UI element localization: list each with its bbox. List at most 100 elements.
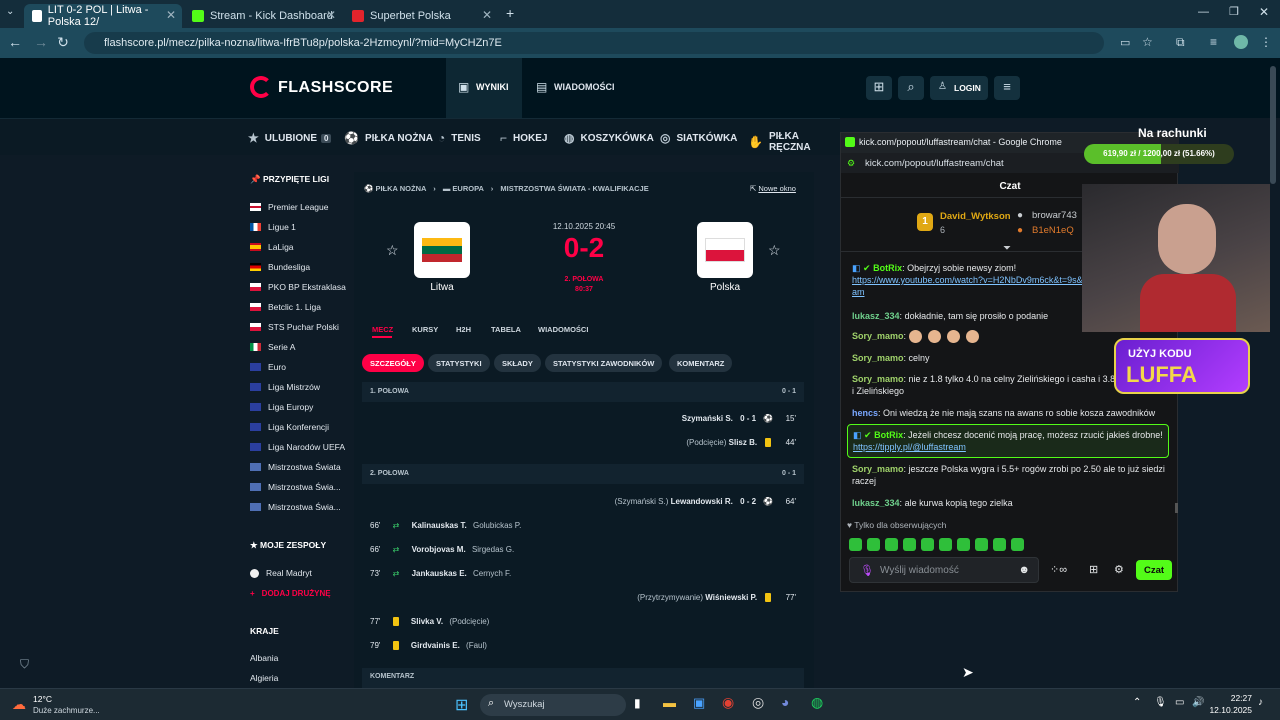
tab-list-icon[interactable]: ⌄ — [6, 6, 14, 17]
chat-username[interactable]: hencs — [852, 408, 878, 418]
minimize-icon[interactable]: — — [1198, 6, 1209, 18]
extensions-icon[interactable]: ⧉ — [1176, 35, 1185, 50]
event-row[interactable]: 79' Girdvainis E. (Faul) — [370, 641, 487, 651]
menu-kebab-icon[interactable]: ⋮ — [1260, 35, 1272, 49]
emote-icon[interactable] — [867, 538, 880, 552]
emote-icon[interactable] — [1011, 538, 1024, 552]
discord-icon[interactable]: ◕ — [781, 694, 789, 710]
chat-username[interactable]: BotRix — [873, 263, 902, 273]
url-field[interactable]: flashscore.pl/mecz/pilka-nozna/litwa-Ifr… — [84, 32, 1104, 54]
gifter-name[interactable]: B1eN1eQ — [1032, 225, 1074, 236]
close-icon[interactable]: ✕ — [482, 8, 492, 22]
tab-table[interactable]: TABELA — [491, 325, 521, 334]
home-team-logo[interactable] — [414, 222, 470, 278]
shield-icon[interactable]: ⛉ — [20, 657, 29, 672]
favorite-star-icon[interactable]: ☆ — [768, 242, 781, 259]
country-item[interactable]: Algieria — [250, 673, 278, 683]
nav-volleyball[interactable]: ◎ SIATKÓWKA — [660, 131, 737, 145]
league-item[interactable]: STS Puchar Polski — [250, 322, 339, 332]
chat-input[interactable]: 🎙 Wyślij wiadomość ☻ — [849, 557, 1039, 583]
emote-icon[interactable] — [903, 538, 916, 552]
event-row[interactable]: 66' ⇄ Kalinauskas T. Golubickas P. — [370, 521, 521, 530]
subtab-stats[interactable]: STATYSTYKI — [428, 354, 490, 372]
league-item[interactable]: Liga Europy — [250, 402, 313, 412]
team-item[interactable]: Real Madryt — [250, 568, 312, 578]
notification-bell-icon[interactable]: ♪ — [1258, 697, 1263, 708]
emote-icon[interactable] — [993, 538, 1006, 552]
new-window-link[interactable]: ⇱ Nowe okno — [750, 184, 796, 193]
media-icon[interactable]: ≡ — [1210, 35, 1217, 49]
tab-match[interactable]: MECZ — [372, 325, 393, 334]
windows-start-icon[interactable]: ⊞ — [455, 695, 468, 715]
reload-icon[interactable]: ↻ — [54, 34, 72, 51]
league-item[interactable]: Mistrzostwa Świa... — [250, 482, 341, 492]
event-row[interactable]: 77' Slivka V. (Podcięcie) — [370, 617, 489, 627]
event-row[interactable]: (Przytrzymywanie) Wiśniewski P. 77' — [637, 593, 796, 603]
event-row[interactable]: (Szymański S.) Lewandowski R. 0 - 2 ⚽ 64… — [615, 497, 796, 506]
subtab-commentary[interactable]: KOMENTARZ — [669, 354, 733, 372]
away-team-name[interactable]: Polska — [697, 282, 753, 293]
country-item[interactable]: Albania — [250, 653, 278, 663]
emote-icon[interactable] — [921, 538, 934, 552]
bookmark-star-icon[interactable]: ☆ — [1142, 35, 1153, 49]
nav-tennis[interactable]: ◔ TENIS — [438, 131, 481, 145]
nav-results[interactable]: ▣ WYNIKI — [446, 58, 522, 118]
points-icon[interactable]: ⁘∞ — [1050, 563, 1067, 576]
nav-hockey[interactable]: ⌐ HOKEJ — [500, 131, 547, 145]
league-item[interactable]: PKO BP Ekstraklasa — [250, 282, 346, 292]
gift-icon[interactable]: ⊞ — [1089, 563, 1098, 576]
tab-flashscore[interactable]: LIT 0-2 POL | Litwa - Polska 12/ ✕ — [24, 4, 182, 28]
subtab-details[interactable]: SZCZEGÓŁY — [362, 354, 424, 372]
nav-news[interactable]: ▤ WIADOMOŚCI — [534, 58, 624, 118]
forward-icon[interactable]: → — [32, 34, 50, 50]
taskbar-search[interactable]: ⌕ Wyszukaj — [480, 694, 626, 716]
emote-icon[interactable] — [975, 538, 988, 552]
league-item[interactable]: Premier League — [250, 202, 328, 212]
new-tab-icon[interactable]: + — [506, 5, 514, 21]
away-team-logo[interactable] — [697, 222, 753, 278]
nav-handball[interactable]: ✋ PIŁKA RĘCZNA — [748, 131, 840, 153]
nav-favorites[interactable]: ★ ULUBIONE 0 — [248, 131, 332, 145]
chat-scrollbar[interactable] — [1175, 503, 1178, 513]
home-team-name[interactable]: Litwa — [414, 282, 470, 293]
tab-superbet[interactable]: Superbet Polska ✕ — [344, 4, 498, 28]
league-item[interactable]: Euro — [250, 362, 286, 372]
league-item[interactable]: Ligue 1 — [250, 222, 296, 232]
close-icon[interactable]: ✕ — [326, 8, 336, 22]
tab-kick[interactable]: Stream - Kick Dashboard ✕ — [184, 4, 342, 28]
collapse-icon[interactable]: ⏷ — [1003, 243, 1011, 254]
league-item[interactable]: LaLiga — [250, 242, 294, 252]
event-row[interactable]: Szymański S. 0 - 1 ⚽ 15' — [682, 414, 796, 423]
settings-gear-icon[interactable]: ⚙ — [1114, 563, 1124, 576]
league-item[interactable]: Mistrzostwa Świa... — [250, 502, 341, 512]
close-icon[interactable]: ✕ — [166, 8, 176, 22]
breadcrumb-item[interactable]: PIŁKA NOŻNA — [375, 184, 426, 193]
obs-icon[interactable]: ◎ — [752, 694, 764, 711]
nav-football[interactable]: ⚽ PIŁKA NOŻNA — [344, 131, 433, 145]
clock-time[interactable]: 22:27 — [1210, 693, 1252, 703]
chat-username[interactable]: lukasz_334 — [852, 311, 900, 321]
league-item[interactable]: Serie A — [250, 342, 295, 352]
chat-username[interactable]: BotRix — [874, 430, 903, 440]
profile-avatar[interactable] — [1234, 35, 1248, 49]
chat-username[interactable]: Sory_mamo — [852, 353, 904, 363]
chat-send-button[interactable]: Czat — [1136, 560, 1172, 580]
league-item[interactable]: Bundesliga — [250, 262, 310, 272]
spotify-icon[interactable]: ◍ — [811, 694, 823, 711]
add-team-button[interactable]: + DODAJ DRUŻYNĘ — [250, 589, 331, 598]
event-row[interactable]: (Podcięcie) Slisz B. 44' — [686, 438, 796, 448]
tab-odds[interactable]: KURSY — [412, 325, 438, 334]
top-user-name[interactable]: David_Wytkson — [940, 211, 1011, 222]
emote-icon[interactable] — [885, 538, 898, 552]
breadcrumb-item[interactable]: EUROPA — [452, 184, 483, 193]
emote-icon[interactable] — [957, 538, 970, 552]
page-scrollbar[interactable] — [1270, 66, 1276, 184]
league-item[interactable]: Betclic 1. Liga — [250, 302, 321, 312]
gift-icon[interactable]: ⊞ — [866, 76, 892, 100]
clock-date[interactable]: 12.10.2025 — [1206, 705, 1252, 715]
league-item[interactable]: Liga Narodów UEFA — [250, 442, 345, 452]
tab-h2h[interactable]: H2H — [456, 325, 471, 334]
chat-link[interactable]: https://tipply.pl/@luffastream — [853, 442, 966, 452]
tab-news[interactable]: WIADOMOŚCI — [538, 325, 588, 334]
mic-tray-icon[interactable]: 🎙 — [1154, 697, 1167, 708]
